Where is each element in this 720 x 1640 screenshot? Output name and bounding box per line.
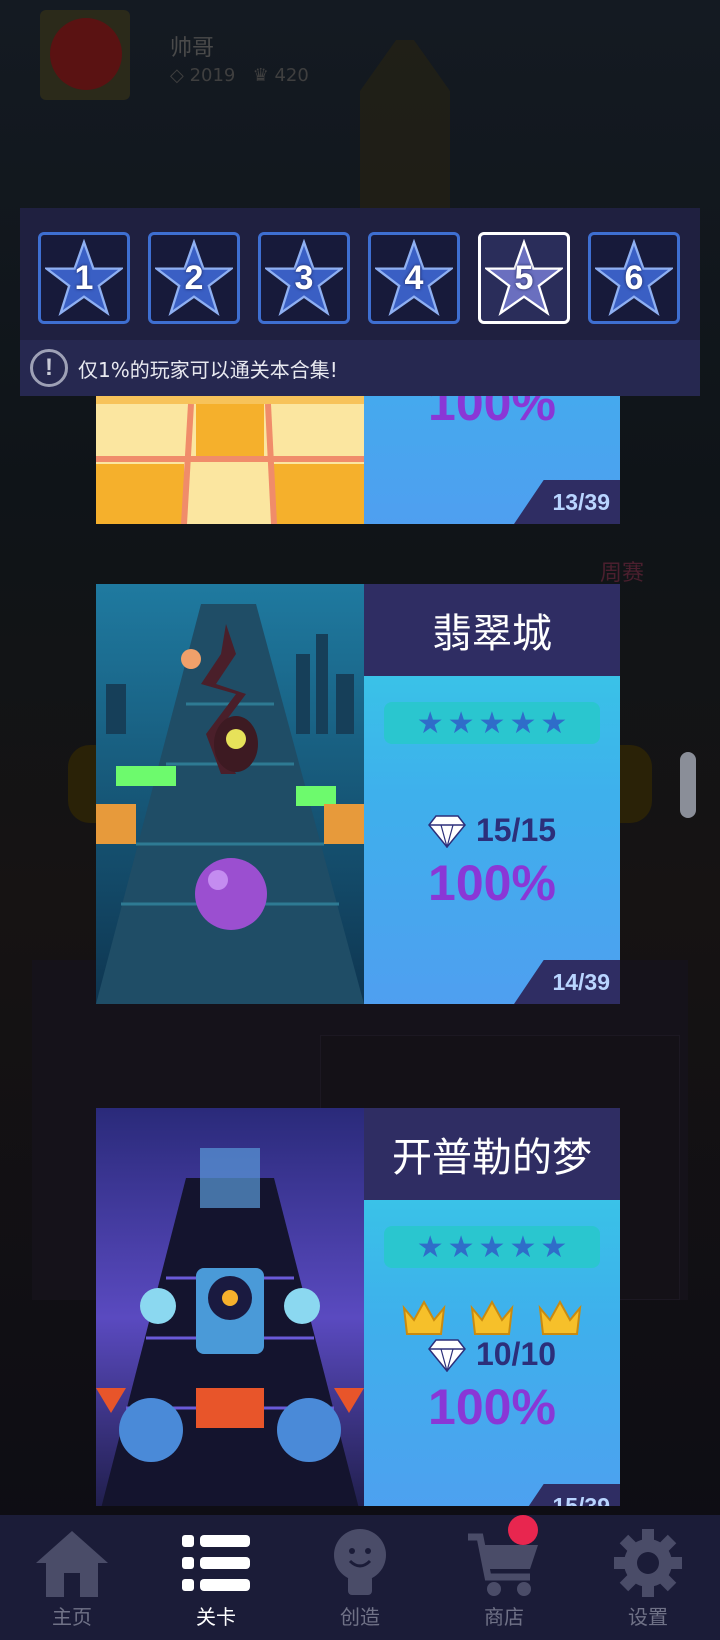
gem-count: 15/15 <box>475 812 557 848</box>
player-stats: ◇ 2019 ♛ 420 <box>170 65 309 86</box>
nav-label: 商店 <box>484 1605 524 1629</box>
level-artwork-yellow-tiles <box>96 396 364 524</box>
level-artwork-kepler-dream <box>96 1108 364 1506</box>
level-card-14[interactable]: 翡翠城 ★ ★ ★ ★ ★ 15/15 100% 14/39 <box>96 584 620 1004</box>
star-icon: ★ <box>478 705 506 741</box>
level-stars: ★ ★ ★ ★ ★ <box>384 702 600 744</box>
nav-label: 关卡 <box>196 1605 236 1629</box>
crown-icon <box>470 1299 514 1335</box>
level-list[interactable]: 100% 13/39 翡翠城 ★ ★ ★ ★ ★ 15/15 100% 14/3… <box>96 396 620 1506</box>
nav-label: 设置 <box>628 1605 668 1629</box>
notice-text: 仅1%的玩家可以通关本合集! <box>78 357 338 382</box>
completion-percent: 100% <box>428 396 556 431</box>
chapter-tab-3[interactable]: 3 <box>258 232 350 324</box>
player-profile: 帅哥 ◇ 2019 ♛ 420 <box>40 10 440 100</box>
star-icon: ★ <box>416 705 444 741</box>
gem-count: 2019 <box>189 65 236 86</box>
gem-icon: ◇ <box>170 65 184 86</box>
star-icon: ★ <box>478 1229 506 1265</box>
diamond-icon <box>427 814 466 848</box>
avatar-ball <box>50 18 122 90</box>
level-artwork-emerald-city <box>96 584 364 1004</box>
collection-notice: ! 仅1%的玩家可以通关本合集! <box>20 340 700 396</box>
crown-icon <box>538 1299 582 1335</box>
chapter-tab-1[interactable]: 1 <box>38 232 130 324</box>
star-icon: ★ <box>509 705 537 741</box>
gem-progress: 10/10 <box>364 1336 620 1373</box>
star-icon: ★ <box>416 1229 444 1265</box>
lightbulb-icon <box>334 1529 386 1595</box>
nav-create[interactable]: 创造 <box>288 1515 432 1640</box>
level-crowns <box>364 1298 620 1338</box>
chapter-tab-number: 6 <box>624 258 644 297</box>
home-icon <box>36 1531 108 1597</box>
exclamation-icon: ! <box>30 349 68 387</box>
star-icon: ★ <box>540 1229 568 1265</box>
crown-icon <box>402 1299 446 1335</box>
chapter-tab-4[interactable]: 4 <box>368 232 460 324</box>
chapter-tab-number: 4 <box>404 258 424 297</box>
level-title: 开普勒的梦 <box>364 1108 620 1200</box>
chapter-tab-number: 3 <box>294 258 314 297</box>
player-name: 帅哥 <box>170 36 215 61</box>
avatar <box>40 10 130 100</box>
nav-levels[interactable]: 关卡 <box>144 1515 288 1640</box>
nav-label: 主页 <box>52 1605 92 1629</box>
chapter-tab-number: 2 <box>184 258 204 297</box>
chapter-tab-number: 1 <box>74 258 94 297</box>
star-icon: ★ <box>447 1229 475 1265</box>
chapter-tab-5[interactable]: 5 <box>478 232 570 324</box>
level-title: 翡翠城 <box>364 584 620 676</box>
nav-shop[interactable]: 商店 <box>432 1515 576 1640</box>
scrollbar-handle[interactable] <box>680 752 696 818</box>
star-icon: ★ <box>509 1229 537 1265</box>
crown-count: 420 <box>274 65 309 86</box>
crown-icon: ♛ <box>252 65 269 86</box>
chapter-tab-6[interactable]: 6 <box>588 232 680 324</box>
diamond-icon <box>427 1338 466 1372</box>
chapter-tabs-panel: 1 2 3 4 5 6 ! 仅1%的玩家可以通关本合集! <box>20 208 700 396</box>
level-stars: ★ ★ ★ ★ ★ <box>384 1226 600 1268</box>
nav-label: 创造 <box>340 1605 380 1629</box>
completion-percent: 100% <box>428 855 556 911</box>
chapter-tab-2[interactable]: 2 <box>148 232 240 324</box>
nav-home[interactable]: 主页 <box>0 1515 144 1640</box>
star-icon: ★ <box>540 705 568 741</box>
notification-badge <box>508 1515 538 1545</box>
list-icon <box>182 1535 250 1591</box>
completion-percent: 100% <box>428 1379 556 1435</box>
bottom-navigation: 主页 关卡 创造 商店 设置 <box>0 1515 720 1640</box>
gear-icon <box>614 1529 682 1597</box>
gem-progress: 15/15 <box>364 812 620 849</box>
star-icon: ★ <box>447 705 475 741</box>
chapter-tab-number: 5 <box>514 258 534 297</box>
level-card-15[interactable]: 开普勒的梦 ★ ★ ★ ★ ★ 10/10 100% 15/39 <box>96 1108 620 1506</box>
nav-settings[interactable]: 设置 <box>576 1515 720 1640</box>
gem-count: 10/10 <box>475 1336 557 1372</box>
level-card-13[interactable]: 100% 13/39 <box>96 396 620 524</box>
